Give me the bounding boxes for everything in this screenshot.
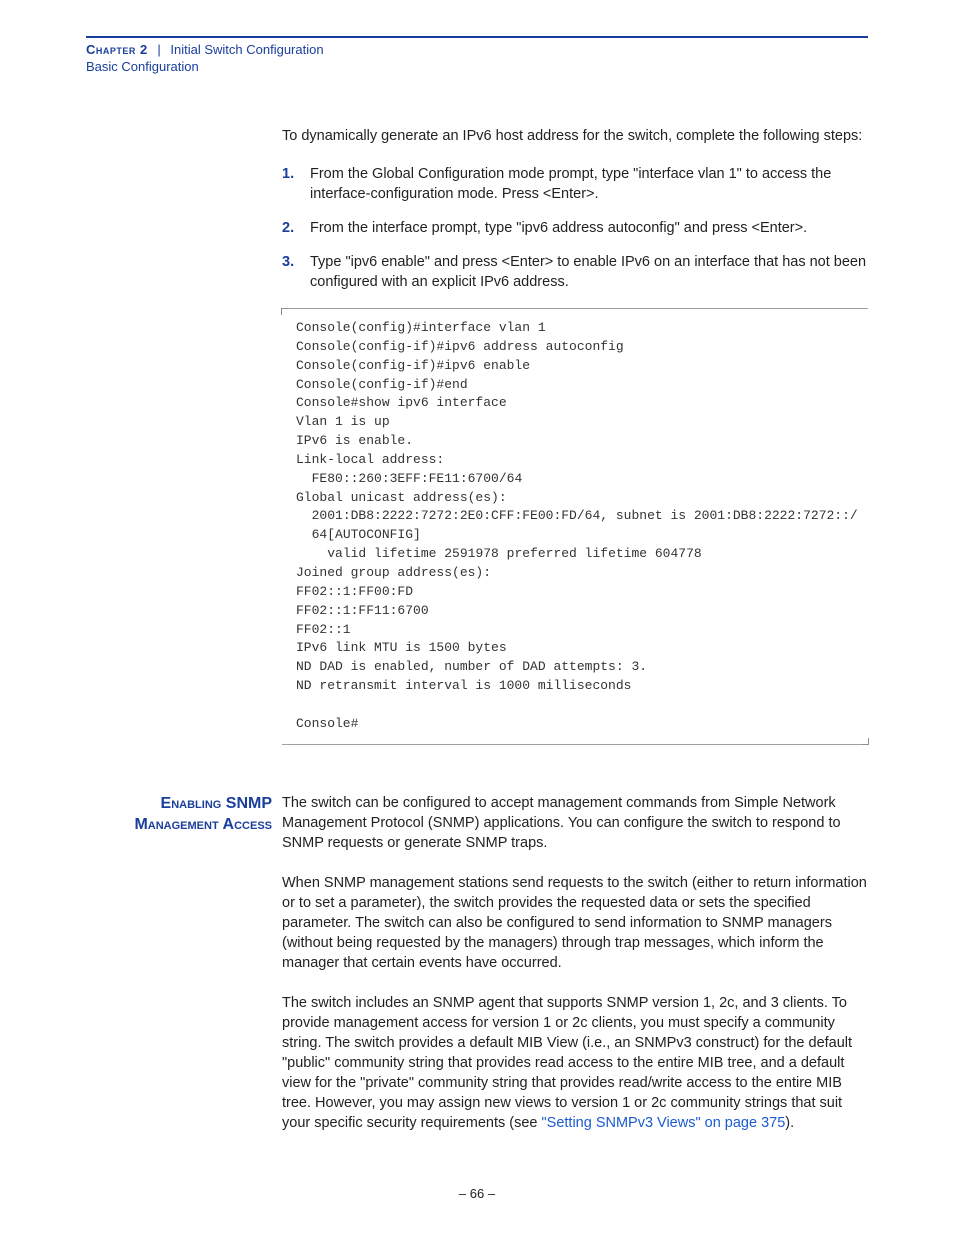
chapter-label: Chapter 2 <box>86 42 148 57</box>
step-3: 3. Type "ipv6 enable" and press <Enter> t… <box>282 252 868 292</box>
snmp-paragraph-3: The switch includes an SNMP agent that s… <box>282 993 868 1133</box>
header-rule <box>86 36 868 38</box>
step-number: 1. <box>282 164 294 184</box>
page-number: – 66 – <box>0 1186 954 1201</box>
intro-paragraph: To dynamically generate an IPv6 host add… <box>282 126 868 146</box>
steps-list: 1. From the Global Configuration mode pro… <box>282 164 868 292</box>
console-output: Console(config)#interface vlan 1 Console… <box>282 308 868 745</box>
step-number: 2. <box>282 218 294 238</box>
heading-line-2: Management Access <box>86 814 272 836</box>
section-heading-snmp: Enabling SNMP Management Access <box>86 793 282 836</box>
header-line-1: Chapter 2 | Initial Switch Configuration <box>86 42 868 57</box>
header-separator: | <box>157 42 160 57</box>
step-number: 3. <box>282 252 294 272</box>
step-1: 1. From the Global Configuration mode pro… <box>282 164 868 204</box>
snmp-para3-pre: The switch includes an SNMP agent that s… <box>282 995 852 1131</box>
step-text: Type "ipv6 enable" and press <Enter> to … <box>310 254 866 290</box>
snmp-paragraph-1: The switch can be configured to accept m… <box>282 793 868 853</box>
step-2: 2. From the interface prompt, type "ipv6 … <box>282 218 868 238</box>
snmp-para3-post: ). <box>785 1115 794 1131</box>
header-section: Basic Configuration <box>86 59 868 74</box>
snmp-paragraph-2: When SNMP management stations send reque… <box>282 873 868 973</box>
xref-setting-snmpv3-views[interactable]: "Setting SNMPv3 Views" on page 375 <box>542 1115 786 1131</box>
heading-line-1: Enabling SNMP <box>86 793 272 815</box>
chapter-title: Initial Switch Configuration <box>170 42 323 57</box>
step-text: From the Global Configuration mode promp… <box>310 166 831 202</box>
step-text: From the interface prompt, type "ipv6 ad… <box>310 220 807 236</box>
